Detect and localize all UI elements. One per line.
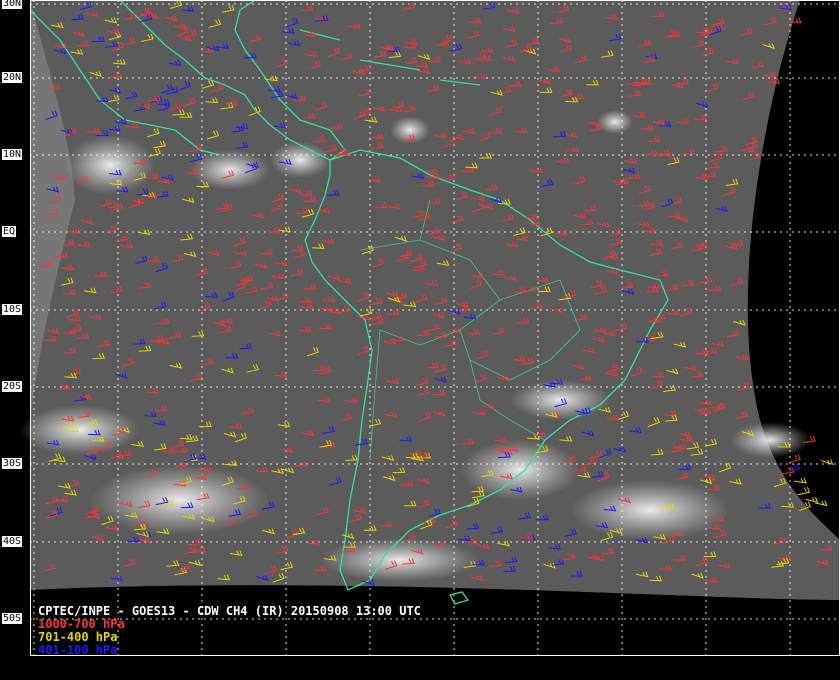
lon-label: 100W	[104, 662, 129, 673]
lon-label: 20W	[776, 662, 795, 673]
lat-label: 40S	[2, 536, 23, 547]
lat-label: 20S	[2, 381, 23, 392]
lon-label: 30W	[692, 662, 711, 673]
lat-label: 30S	[2, 458, 23, 469]
lat-label: 10S	[2, 304, 23, 315]
lon-label: 60W	[440, 662, 459, 673]
lat-label: 10N	[2, 149, 23, 160]
lat-label: 50S	[2, 613, 23, 624]
lon-label: 80W	[272, 662, 291, 673]
lon-label: 50W	[524, 662, 543, 673]
lat-label: EQ	[2, 226, 17, 237]
lon-label: 40W	[608, 662, 627, 673]
lat-label: 30N	[2, 0, 23, 9]
lon-label: 70W	[356, 662, 375, 673]
satellite-image	[0, 0, 840, 680]
lon-label: 90W	[188, 662, 207, 673]
lat-label: 20N	[2, 72, 23, 83]
lon-label: 110W	[20, 662, 45, 673]
satellite-wind-map: 30N 20N 10N EQ 10S 20S 30S 40S 50S 110W 100W 90W 80…	[0, 0, 840, 680]
legend-high-level: 401-100 hPa	[38, 643, 118, 657]
space-bottom	[30, 585, 840, 680]
